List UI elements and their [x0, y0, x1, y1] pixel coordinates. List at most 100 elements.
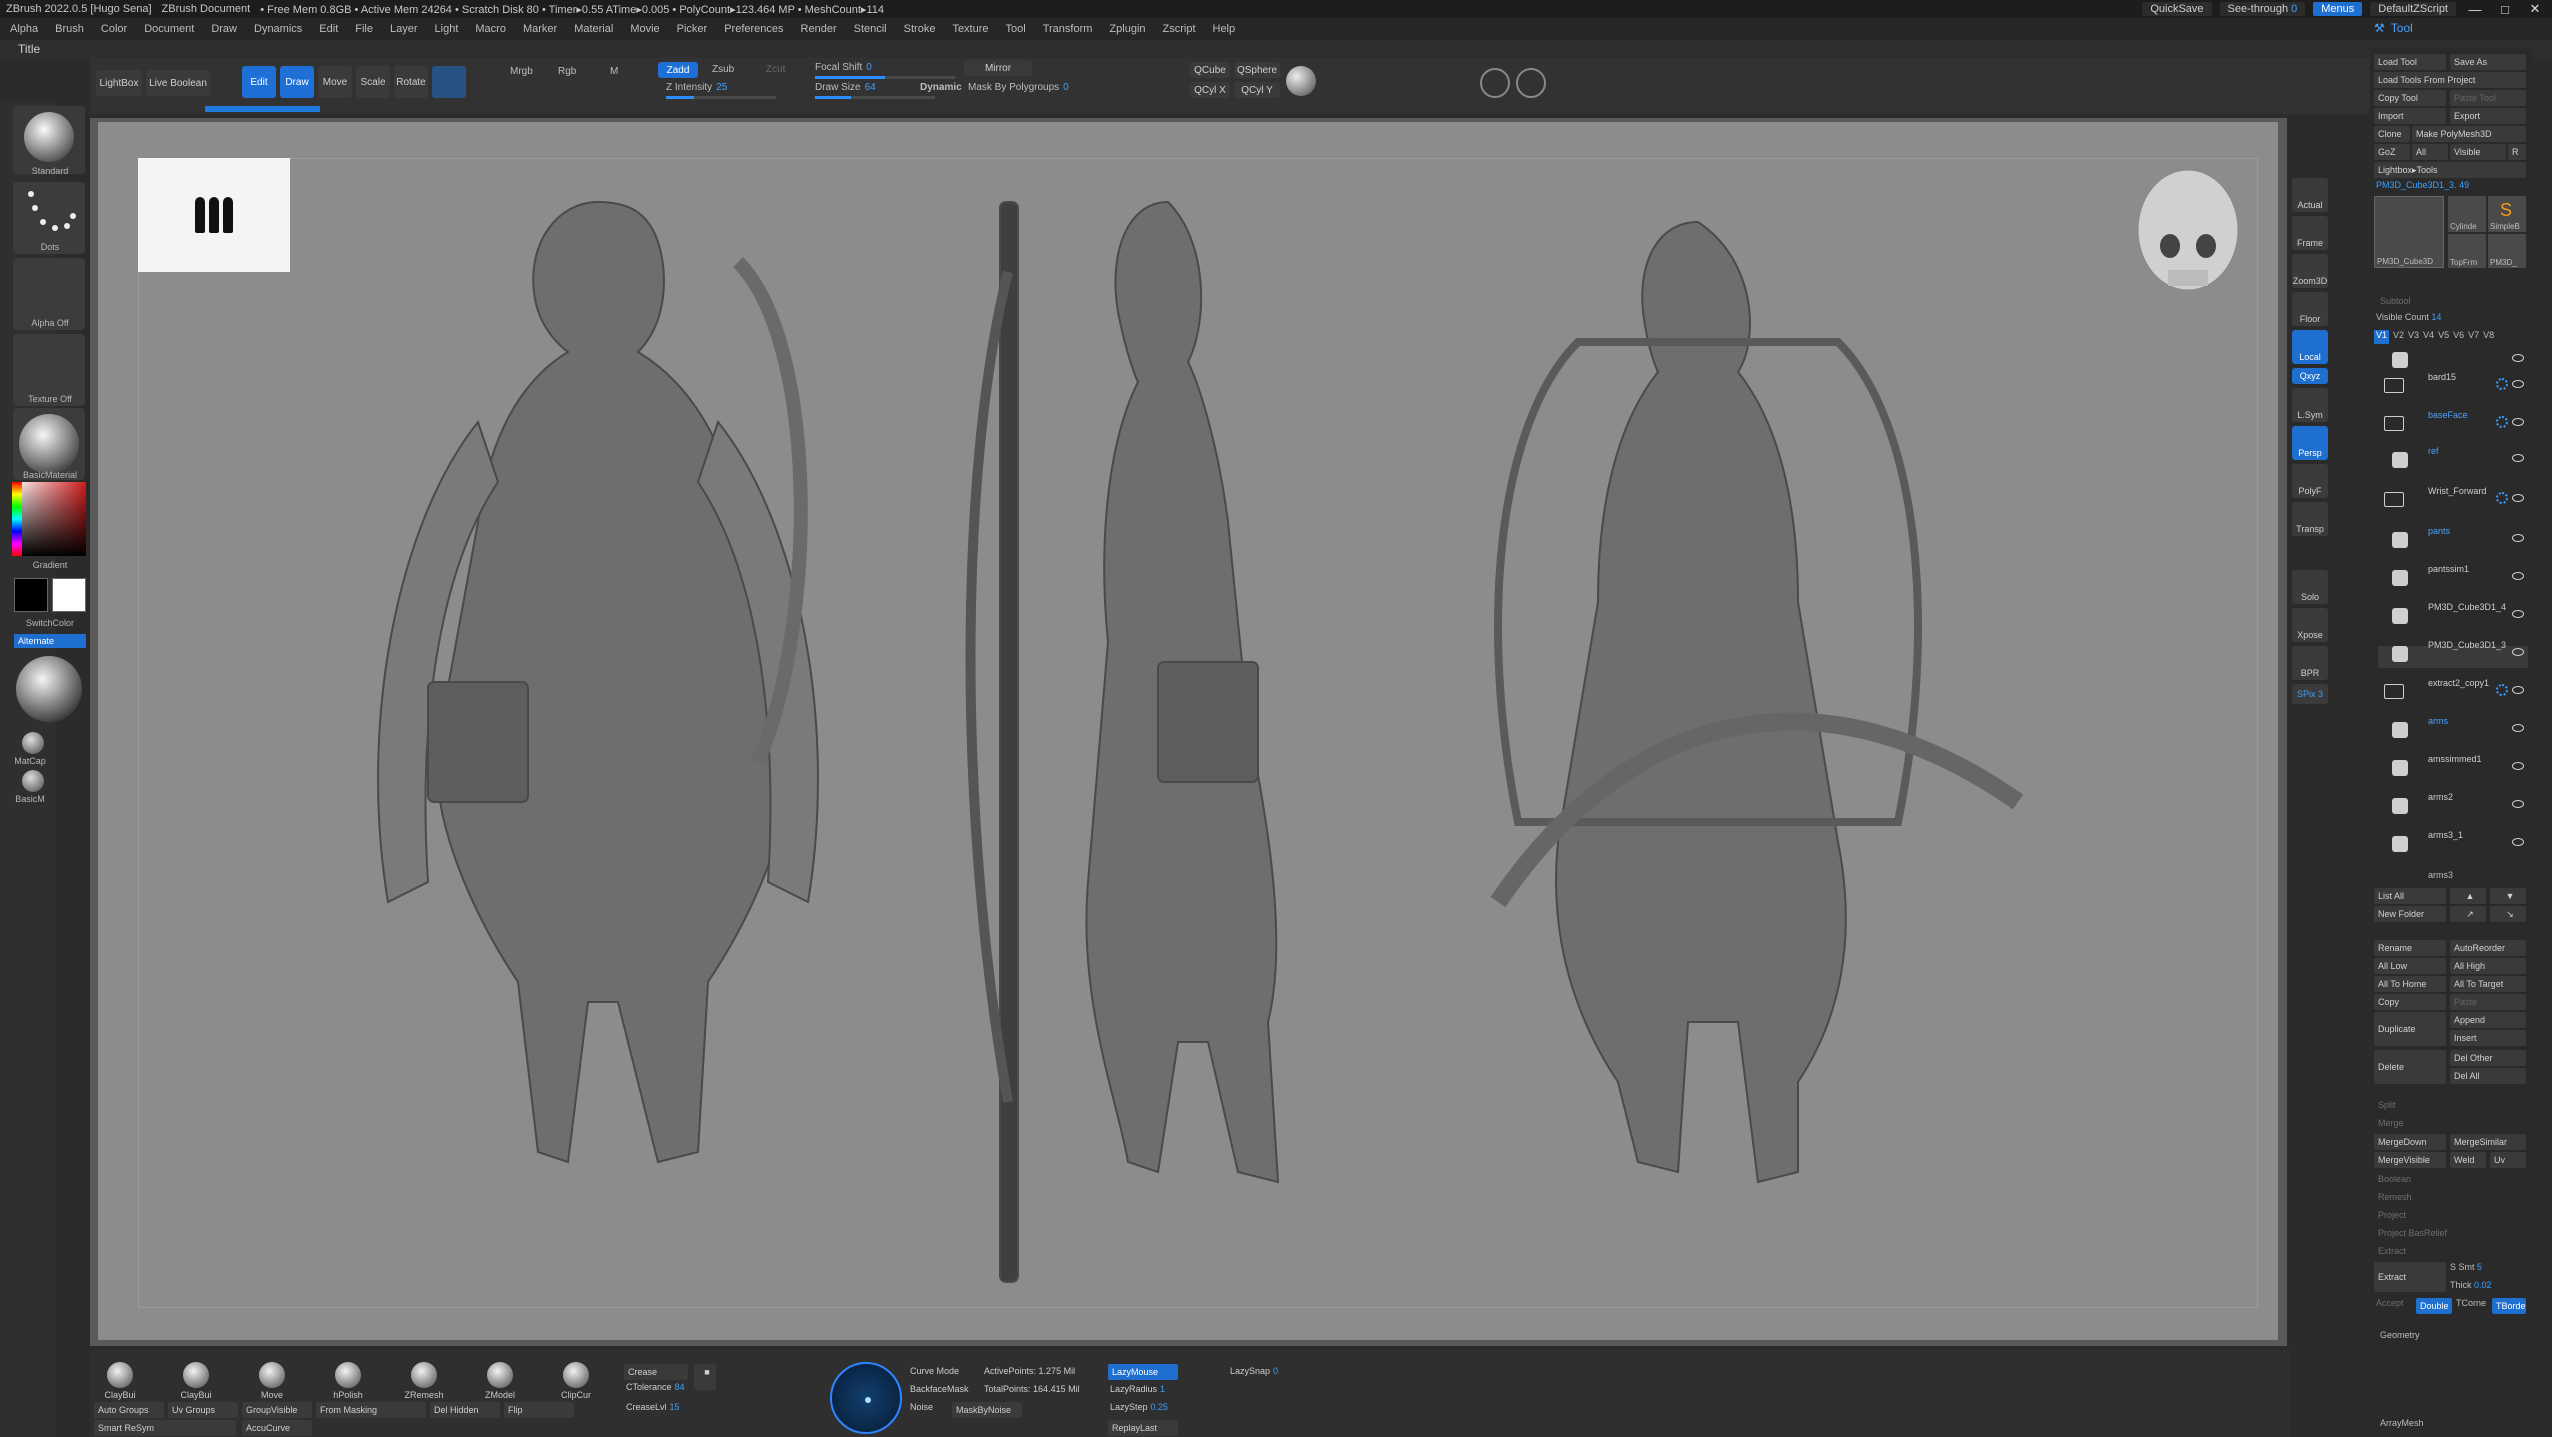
qcyl-x-button[interactable]: QCyl X [1190, 82, 1230, 98]
uv-groups-button[interactable]: Uv Groups [168, 1402, 238, 1418]
matcap-sphere-icon[interactable] [16, 656, 82, 722]
menu-alpha[interactable]: Alpha [10, 23, 38, 35]
duplicate-button[interactable]: Duplicate [2374, 1012, 2446, 1046]
del-other-button[interactable]: Del Other [2450, 1050, 2526, 1066]
menu-zscript[interactable]: Zscript [1163, 23, 1196, 35]
lightbox-tools-button[interactable]: Lightbox▸Tools [2374, 162, 2526, 178]
floor-button[interactable]: Floor [2292, 292, 2328, 326]
eye-icon[interactable] [2512, 838, 2524, 846]
project-section-header[interactable]: Project [2378, 1210, 2406, 1220]
subtool-row[interactable] [2378, 352, 2528, 374]
all-high-button[interactable]: All High [2450, 958, 2526, 974]
focal-shift-slider[interactable]: Focal Shift 0 [815, 62, 872, 73]
merge-down-button[interactable]: MergeDown [2374, 1134, 2446, 1150]
poly-frame-button[interactable] [432, 66, 466, 98]
menu-document[interactable]: Document [144, 23, 194, 35]
subtool-row[interactable]: bard15 [2378, 372, 2528, 400]
menu-brush[interactable]: Brush [55, 23, 84, 35]
append-button[interactable]: Append [2450, 1012, 2526, 1028]
insert-button[interactable]: Insert [2450, 1030, 2526, 1046]
curve-mode-toggle[interactable]: Curve Mode [910, 1366, 959, 1376]
version-tab[interactable]: V2 [2393, 330, 2404, 344]
menu-file[interactable]: File [355, 23, 373, 35]
eye-icon[interactable] [2512, 610, 2524, 618]
goz-r-button[interactable]: R [2508, 144, 2526, 160]
clone-button[interactable]: Clone [2374, 126, 2410, 142]
local-button[interactable]: Local [2292, 330, 2328, 364]
eye-icon[interactable] [2512, 686, 2524, 694]
persp-button[interactable]: Persp [2292, 426, 2328, 460]
zadd-toggle[interactable]: Zadd [658, 62, 698, 78]
menu-stencil[interactable]: Stencil [854, 23, 887, 35]
edit-button[interactable]: Edit [242, 66, 276, 98]
spix-slider[interactable]: SPix 3 [2292, 684, 2328, 704]
pm3d-tool-thumbnail[interactable]: PM3D_ [2488, 234, 2526, 268]
bpr-button[interactable]: BPR [2292, 646, 2328, 680]
menu-render[interactable]: Render [801, 23, 837, 35]
subtool-row[interactable]: PM3D_Cube3D1_4 [2378, 602, 2528, 630]
paste-tool-button[interactable]: Paste Tool [2450, 90, 2526, 106]
arrow-up-right-icon[interactable]: ↗ [2450, 906, 2486, 922]
gear-icon[interactable] [2496, 378, 2508, 390]
basicm-small-icon[interactable] [22, 770, 44, 792]
mirror-button[interactable]: Mirror [964, 60, 1032, 76]
subtool-row[interactable]: extract2_copy1 [2378, 678, 2528, 706]
menu-light[interactable]: Light [435, 23, 459, 35]
menu-edit[interactable]: Edit [319, 23, 338, 35]
subtool-row-selected[interactable]: PM3D_Cube3D1_3 [2378, 640, 2528, 668]
from-masking-button[interactable]: From Masking [316, 1402, 426, 1418]
gear-icon[interactable] [2496, 416, 2508, 428]
menu-transform[interactable]: Transform [1043, 23, 1093, 35]
claybuildup-brush-button[interactable]: ClayBui [90, 1362, 150, 1402]
eye-icon[interactable] [2512, 724, 2524, 732]
zcut-toggle[interactable]: Zcut [766, 64, 785, 75]
paste-button[interactable]: Paste [2450, 994, 2526, 1010]
subtool-name[interactable]: arms3 [2428, 870, 2453, 880]
subtool-row[interactable]: ref [2378, 446, 2528, 474]
move-brush-button[interactable]: Move [242, 1362, 302, 1402]
frame-button[interactable]: Frame [2292, 216, 2328, 250]
dynamic-toggle[interactable]: Dynamic [920, 82, 962, 93]
ctolerance-slider[interactable]: CTolerance 84 [626, 1382, 685, 1392]
subtool-row[interactable]: arms [2378, 716, 2528, 744]
goz-all-button[interactable]: All [2412, 144, 2448, 160]
version-tab[interactable]: V5 [2438, 330, 2449, 344]
subtool-row[interactable]: baseFace [2378, 410, 2528, 438]
all-to-target-button[interactable]: All To Target [2450, 976, 2526, 992]
dynamesh-icon[interactable] [1480, 68, 1510, 98]
visible-count-slider[interactable]: Visible Count 14 [2376, 312, 2441, 322]
backface-mask-toggle[interactable]: BackfaceMask [910, 1384, 969, 1394]
current-tool-thumbnail[interactable]: PM3D_Cube3D [2374, 196, 2444, 268]
clipcurve-brush-button[interactable]: ClipCur [546, 1362, 606, 1402]
replaylast-button[interactable]: ReplayLast [1108, 1420, 1178, 1436]
subtool-section-header[interactable]: Subtool [2380, 296, 2411, 306]
secondary-color-swatch[interactable] [52, 578, 86, 612]
subtool-row[interactable]: arms3_1 [2378, 830, 2528, 858]
arrow-down-right-icon[interactable]: ↘ [2490, 906, 2526, 922]
remesh-section-header[interactable]: Remesh [2378, 1192, 2412, 1202]
weld-toggle[interactable]: Weld [2450, 1152, 2486, 1168]
double-toggle[interactable]: Double [2416, 1298, 2452, 1314]
lazystep-slider[interactable]: LazyStep 0.25 [1110, 1402, 1168, 1412]
thick-slider[interactable]: Thick 0.02 [2450, 1280, 2492, 1290]
switch-color-button[interactable]: SwitchColor [10, 618, 90, 628]
simplebrush-tool-thumbnail[interactable]: S SimpleB [2488, 196, 2526, 232]
lazysnap-slider[interactable]: LazySnap 0 [1230, 1366, 1278, 1376]
load-tool-button[interactable]: Load Tool [2374, 54, 2446, 70]
draw-size-track[interactable] [815, 96, 935, 99]
default-zscript-button[interactable]: DefaultZScript [2370, 2, 2456, 16]
new-folder-button[interactable]: New Folder [2374, 906, 2446, 922]
autoreorder-button[interactable]: AutoReorder [2450, 940, 2526, 956]
menu-preferences[interactable]: Preferences [724, 23, 783, 35]
subtool-row[interactable]: pantssim1 [2378, 564, 2528, 592]
uv-toggle[interactable]: Uv [2490, 1152, 2526, 1168]
menus-toggle[interactable]: Menus [2313, 2, 2363, 16]
gear-icon[interactable] [2496, 492, 2508, 504]
maximize-icon[interactable]: □ [2494, 2, 2516, 17]
lsym-button[interactable]: L.Sym [2292, 388, 2328, 422]
crease-square-icon[interactable]: ■ [694, 1364, 716, 1390]
tool-palette-tab[interactable]: ⚒ Tool [2374, 21, 2413, 35]
tborder-toggle[interactable]: TBorder [2492, 1298, 2526, 1314]
move-button[interactable]: Move [318, 66, 352, 98]
all-to-home-button[interactable]: All To Home [2374, 976, 2446, 992]
